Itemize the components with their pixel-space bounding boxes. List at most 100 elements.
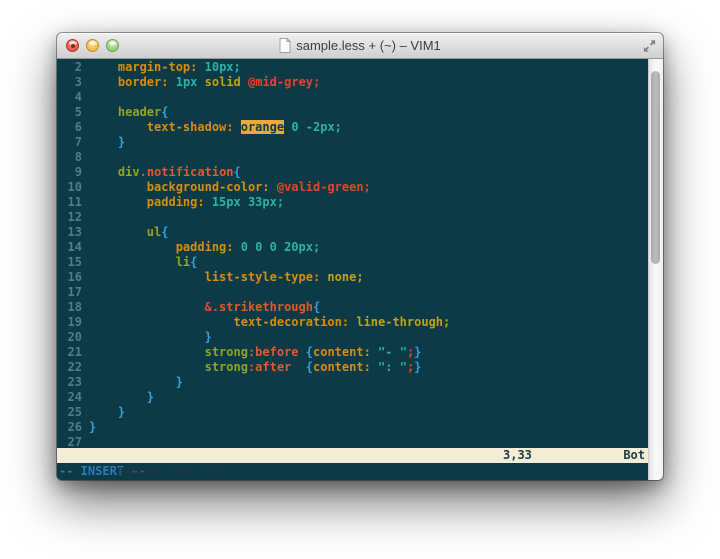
- code-token: [89, 180, 147, 194]
- code-token: [89, 60, 118, 74]
- code-token: {: [313, 300, 320, 314]
- document-icon: [279, 38, 291, 53]
- code-token: solid: [205, 75, 241, 89]
- code-line: 20 }: [57, 330, 648, 345]
- code-token: [197, 75, 204, 89]
- code-token: padding:: [147, 195, 205, 209]
- vim-window: sample.less + (~) – VIM1 2 margin-top: 1…: [57, 33, 663, 480]
- title-bar[interactable]: sample.less + (~) – VIM1: [57, 33, 663, 59]
- code-token: border:: [118, 75, 169, 89]
- line-number: 10: [57, 180, 82, 195]
- code-line: 4: [57, 90, 648, 105]
- statusline-scroll-position: Bot: [623, 448, 645, 463]
- scrollbar-thumb[interactable]: [651, 71, 660, 264]
- code-token: ": ": [378, 360, 407, 374]
- line-number: 12: [57, 210, 82, 225]
- line-number: 14: [57, 240, 82, 255]
- code-token: [89, 375, 176, 389]
- line-number: 8: [57, 150, 82, 165]
- traffic-light-group: [66, 33, 119, 58]
- line-number: 7: [57, 135, 82, 150]
- line-number: 13: [57, 225, 82, 240]
- code-token: [291, 360, 305, 374]
- code-area[interactable]: 2 margin-top: 10px;3 border: 1px solid @…: [57, 59, 648, 448]
- code-token: }: [147, 390, 154, 404]
- code-token: [299, 345, 306, 359]
- vim-statusline: sample.less [+] 3,33 Bot: [57, 448, 648, 463]
- line-number: 19: [57, 315, 82, 330]
- code-line: 3 border: 1px solid @mid-grey;: [57, 75, 648, 90]
- code-token: {: [161, 105, 168, 119]
- line-number: 20: [57, 330, 82, 345]
- code-line: 10 background-color: @valid-green;: [57, 180, 648, 195]
- code-token: ul: [147, 225, 161, 239]
- code-token: [89, 315, 234, 329]
- code-line: 25 }: [57, 405, 648, 420]
- code-line: 6 text-shadow: orange 0 -2px;: [57, 120, 648, 135]
- code-line: 19 text-decoration: line-through;: [57, 315, 648, 330]
- code-token: text-decoration:: [234, 315, 350, 329]
- code-token: none;: [327, 270, 363, 284]
- minimize-button[interactable]: [86, 39, 99, 52]
- window-title: sample.less + (~) – VIM1: [296, 38, 441, 53]
- line-number: 5: [57, 105, 82, 120]
- code-token: {: [190, 255, 197, 269]
- line-number: 3: [57, 75, 82, 90]
- code-token: 0 0 0 20px;: [241, 240, 320, 254]
- code-line: 24 }: [57, 390, 648, 405]
- code-token: [89, 345, 205, 359]
- code-token: [89, 255, 176, 269]
- fullscreen-arrows-icon[interactable]: [643, 39, 656, 52]
- close-button[interactable]: [66, 39, 79, 52]
- code-token: }: [118, 135, 125, 149]
- code-token: }: [414, 345, 421, 359]
- code-line: 5 header{: [57, 105, 648, 120]
- code-token: [89, 135, 118, 149]
- code-token: margin-top:: [118, 60, 197, 74]
- code-token: {: [234, 165, 241, 179]
- code-token: [89, 405, 118, 419]
- line-number: 23: [57, 375, 82, 390]
- window-title-group: sample.less + (~) – VIM1: [279, 38, 441, 53]
- line-number: 16: [57, 270, 82, 285]
- code-token: [89, 105, 118, 119]
- code-token: [89, 360, 205, 374]
- code-token: content:: [313, 360, 371, 374]
- code-token: [89, 225, 147, 239]
- code-token: {: [306, 345, 313, 359]
- window-body: 2 margin-top: 10px;3 border: 1px solid @…: [57, 59, 663, 480]
- code-token: [89, 240, 176, 254]
- zoom-button[interactable]: [106, 39, 119, 52]
- code-token: [89, 390, 147, 404]
- code-token: [89, 195, 147, 209]
- code-line: 7 }: [57, 135, 648, 150]
- editor-column: 2 margin-top: 10px;3 border: 1px solid @…: [57, 59, 648, 480]
- code-line: 2 margin-top: 10px;: [57, 60, 648, 75]
- statusline-filename: sample.less [+]: [115, 463, 225, 477]
- line-number: 27: [57, 435, 82, 448]
- code-token: {: [306, 360, 313, 374]
- code-token: background-color:: [147, 180, 270, 194]
- code-line: 23 }: [57, 375, 648, 390]
- code-token: 15px 33px;: [212, 195, 284, 209]
- code-line: 13 ul{: [57, 225, 648, 240]
- code-line: 15 li{: [57, 255, 648, 270]
- code-token: [89, 120, 147, 134]
- code-token: :before: [248, 345, 299, 359]
- code-token: [270, 180, 277, 194]
- code-token: [168, 75, 175, 89]
- line-number: 9: [57, 165, 82, 180]
- code-line: 11 padding: 15px 33px;: [57, 195, 648, 210]
- scrollbar-track[interactable]: [648, 59, 663, 480]
- line-number: 25: [57, 405, 82, 420]
- code-token: @mid-grey;: [248, 75, 320, 89]
- line-number: 4: [57, 90, 82, 105]
- code-token: padding:: [176, 240, 234, 254]
- code-token: [89, 165, 118, 179]
- code-token: 10px;: [205, 60, 241, 74]
- line-number: 18: [57, 300, 82, 315]
- code-line: 16 list-style-type: none;: [57, 270, 648, 285]
- code-token: [89, 300, 205, 314]
- code-token: {: [161, 225, 168, 239]
- code-token: strong: [205, 360, 248, 374]
